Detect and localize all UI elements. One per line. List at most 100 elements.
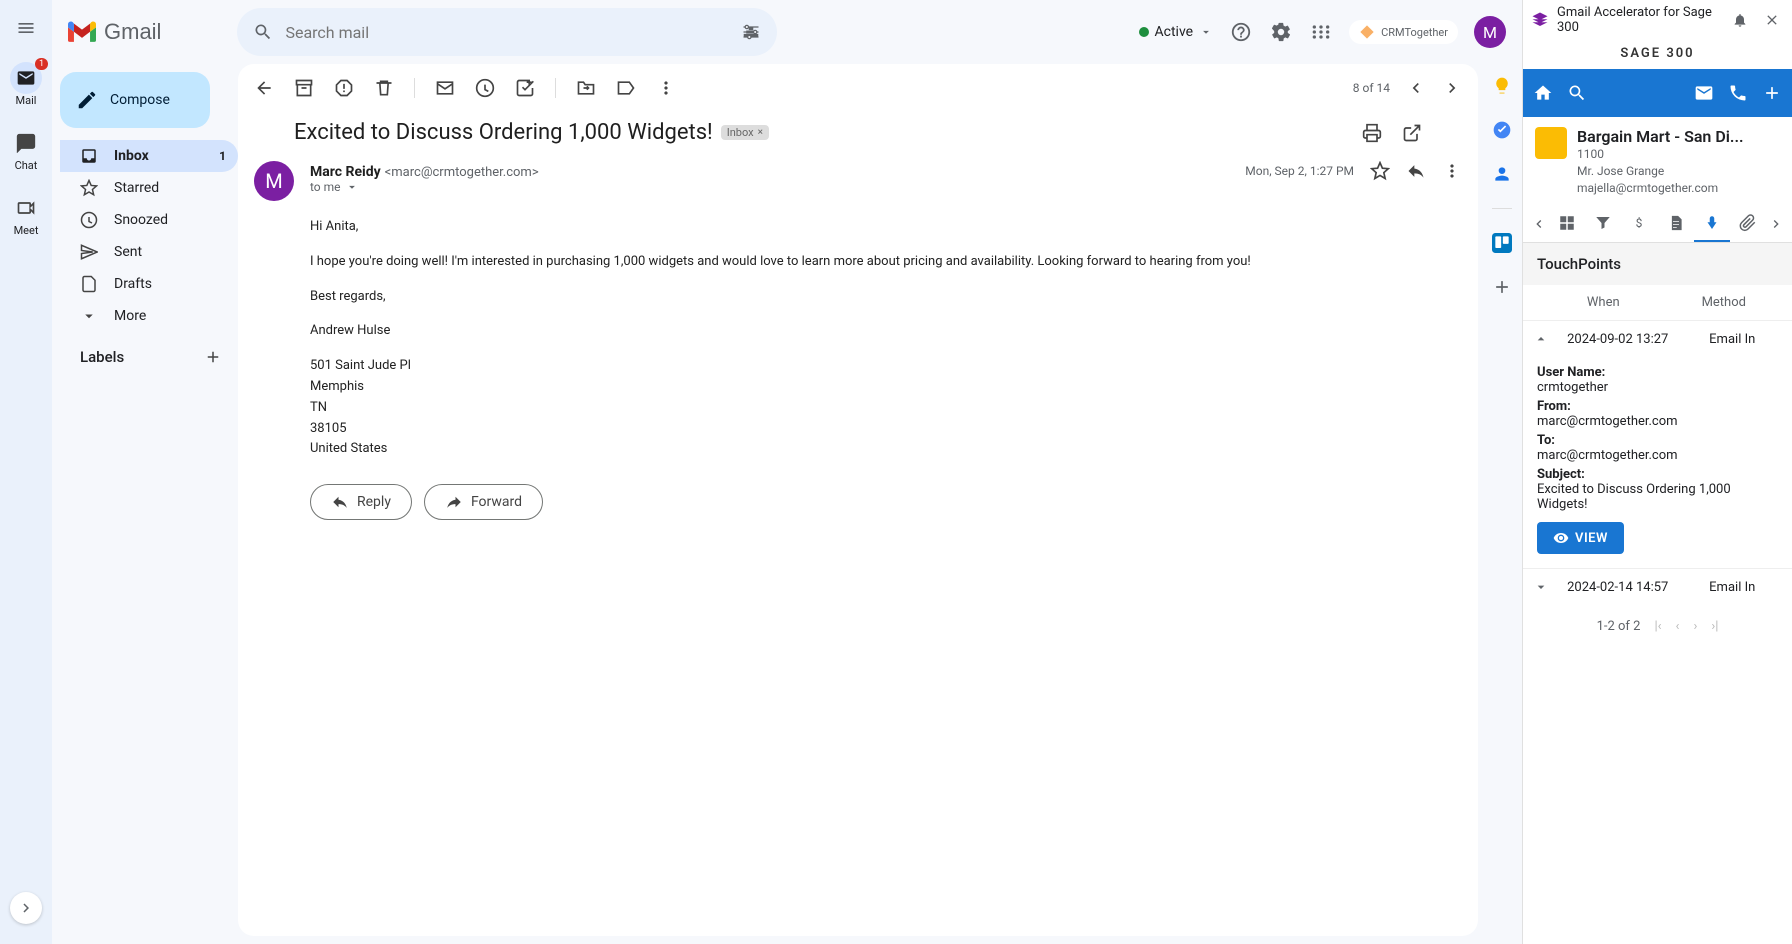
meet-icon xyxy=(16,198,36,218)
back-button[interactable] xyxy=(254,78,274,98)
chevron-up-icon xyxy=(1533,331,1549,347)
inbox-chip-close[interactable]: × xyxy=(758,127,763,138)
nav-inbox[interactable]: Inbox 1 xyxy=(60,140,238,172)
mark-unread-button[interactable] xyxy=(435,78,455,98)
archive-icon xyxy=(294,78,314,98)
panel-search[interactable] xyxy=(1567,83,1587,103)
email-body: Hi Anita, I hope you're doing well! I'm … xyxy=(238,209,1478,468)
tab-filter[interactable] xyxy=(1585,206,1621,242)
inbox-chip[interactable]: Inbox × xyxy=(721,125,769,140)
touchpoint-row-header[interactable]: 2024-09-02 13:27 Email In xyxy=(1523,321,1792,357)
tab-grid[interactable] xyxy=(1549,206,1585,242)
toolbar-divider xyxy=(414,78,415,98)
nav-drafts-label: Drafts xyxy=(114,276,226,292)
pager-last[interactable]: ›| xyxy=(1711,619,1718,634)
pager-first[interactable]: |‹ xyxy=(1654,619,1661,634)
more-button[interactable] xyxy=(656,78,676,98)
pager-next[interactable]: › xyxy=(1693,619,1697,634)
nav-drafts[interactable]: Drafts xyxy=(60,268,238,300)
spam-button[interactable] xyxy=(334,78,354,98)
label-button[interactable] xyxy=(616,78,636,98)
add-task-button[interactable] xyxy=(515,78,535,98)
message-date: Mon, Sep 2, 1:27 PM xyxy=(1245,164,1354,178)
row-expand[interactable] xyxy=(1533,579,1553,595)
gmail-logo[interactable]: Gmail xyxy=(68,19,161,45)
pencil-icon xyxy=(76,89,98,111)
sender-avatar[interactable]: M xyxy=(254,161,294,201)
panel-home[interactable] xyxy=(1533,83,1553,103)
th-method: Method xyxy=(1670,295,1778,310)
nav-starred[interactable]: Starred xyxy=(60,172,238,204)
sage-product-icon xyxy=(1531,11,1549,29)
panel-close[interactable] xyxy=(1760,8,1784,32)
reply-button[interactable]: Reply xyxy=(310,484,412,520)
keep-addon-icon[interactable] xyxy=(1492,76,1512,96)
support-button[interactable] xyxy=(1229,20,1253,44)
nav-snoozed[interactable]: Snoozed xyxy=(60,204,238,236)
move-to-button[interactable] xyxy=(576,78,596,98)
reply-icon[interactable] xyxy=(1406,161,1426,181)
body-regards: Best regards, xyxy=(310,287,1462,308)
rail-mail[interactable]: 1 Mail xyxy=(0,56,52,113)
rail-chat[interactable]: Chat xyxy=(0,121,52,178)
tabs-next[interactable] xyxy=(1766,216,1786,232)
app-rail: 1 Mail Chat Meet xyxy=(0,0,52,944)
nav-more[interactable]: More xyxy=(60,300,238,332)
contacts-addon-icon[interactable] xyxy=(1492,164,1512,184)
view-button[interactable]: VIEW xyxy=(1537,522,1624,554)
archive-button[interactable] xyxy=(294,78,314,98)
row-collapse[interactable] xyxy=(1533,331,1553,347)
crm-chip[interactable]: CRMTogether xyxy=(1349,20,1458,44)
star-outline-icon[interactable] xyxy=(1370,161,1390,181)
pager-prev[interactable] xyxy=(1406,78,1426,98)
tab-document[interactable] xyxy=(1658,206,1694,242)
touchpoint-row-header[interactable]: 2024-02-14 14:57 Email In xyxy=(1523,569,1792,605)
main-menu-button[interactable] xyxy=(6,8,46,48)
trello-addon-icon[interactable] xyxy=(1492,233,1512,253)
pager-next[interactable] xyxy=(1442,78,1462,98)
status-pill[interactable]: Active xyxy=(1139,24,1214,40)
pager-range: 1-2 of 2 xyxy=(1597,619,1641,634)
body-greeting: Hi Anita, xyxy=(310,217,1462,238)
rail-expand[interactable] xyxy=(10,892,42,924)
chevron-left-icon xyxy=(1406,78,1426,98)
panel-mail-action[interactable] xyxy=(1694,83,1714,103)
folder-move-icon xyxy=(576,78,596,98)
panel-notifications[interactable] xyxy=(1728,8,1752,32)
search-icon xyxy=(1567,83,1587,103)
pager-prev[interactable]: ‹ xyxy=(1676,619,1680,634)
compose-button[interactable]: Compose xyxy=(60,72,210,128)
tab-attach[interactable] xyxy=(1730,206,1766,242)
forward-button[interactable]: Forward xyxy=(424,484,543,520)
settings-button[interactable] xyxy=(1269,20,1293,44)
company-summary: Bargain Mart - San Di... 1100 Mr. Jose G… xyxy=(1523,117,1792,206)
plus-addon-icon[interactable] xyxy=(1492,277,1512,297)
search-box[interactable] xyxy=(237,8,777,56)
search-input[interactable] xyxy=(285,23,729,42)
row-method: Email In xyxy=(1682,580,1782,595)
apps-button[interactable] xyxy=(1309,20,1333,44)
detail-from: marc@crmtogether.com xyxy=(1537,414,1778,429)
snooze-button[interactable] xyxy=(475,78,495,98)
tasks-addon-icon[interactable] xyxy=(1492,120,1512,140)
delete-button[interactable] xyxy=(374,78,394,98)
nav-sent[interactable]: Sent xyxy=(60,236,238,268)
chevron-down-icon xyxy=(1533,579,1549,595)
touchpoint-row: 2024-02-14 14:57 Email In xyxy=(1523,568,1792,605)
open-new-window-icon[interactable] xyxy=(1402,123,1422,143)
plus-icon[interactable] xyxy=(204,348,222,366)
panel-call-action[interactable] xyxy=(1728,83,1748,103)
mail-closed-icon xyxy=(435,78,455,98)
dropdown-arrow-icon xyxy=(345,180,359,194)
tabs-prev[interactable] xyxy=(1529,216,1549,232)
account-avatar[interactable]: M xyxy=(1474,16,1506,48)
print-icon[interactable] xyxy=(1362,123,1382,143)
addon-divider xyxy=(1492,208,1512,209)
rail-meet[interactable]: Meet xyxy=(0,186,52,243)
more-vert-icon[interactable] xyxy=(1442,161,1462,181)
search-options-icon[interactable] xyxy=(741,22,761,42)
recipient-line[interactable]: to me xyxy=(310,180,1229,194)
tab-touchpoints[interactable] xyxy=(1694,206,1730,242)
tab-money[interactable]: $ xyxy=(1621,206,1657,242)
panel-add[interactable] xyxy=(1762,83,1782,103)
